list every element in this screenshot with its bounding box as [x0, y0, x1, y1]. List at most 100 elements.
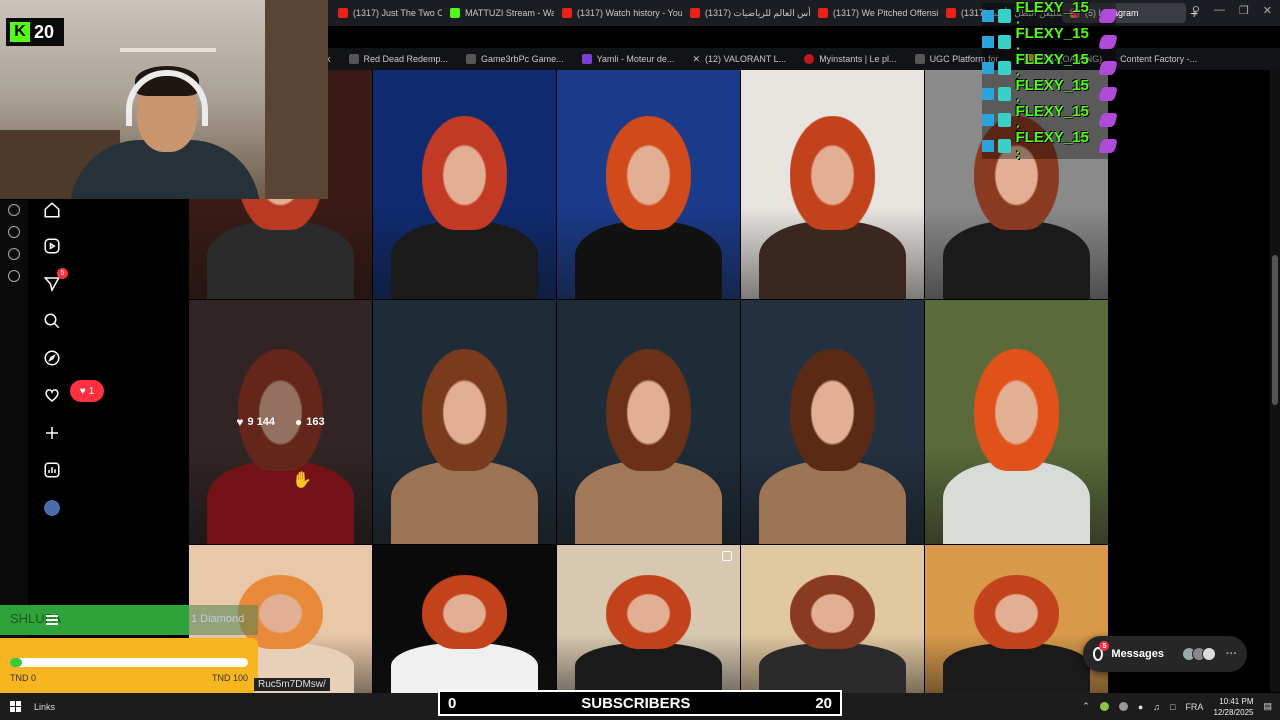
tab-label: MATTUZI Stream - Watch [465, 8, 554, 18]
photo-subject-body [575, 221, 722, 299]
subscribers-widget: 0 SUBSCRIBERS 20 [438, 690, 842, 716]
browser-tab[interactable]: (1317) Watch history - You [554, 3, 682, 23]
clock[interactable]: 10:41 PM 12/28/2025 [1213, 696, 1253, 718]
tray-icon[interactable] [1099, 702, 1109, 711]
language-indicator[interactable]: FRA [1185, 702, 1203, 712]
post-thumbnail[interactable] [373, 545, 556, 694]
webcam-overlay: K 20 [0, 0, 328, 199]
post-thumbnail[interactable] [925, 545, 1108, 694]
dashboard-icon[interactable] [42, 460, 62, 480]
reels-icon[interactable] [42, 236, 62, 256]
browser-tab[interactable]: (1317) Just The Two Of Us [330, 3, 442, 23]
post-thumbnail[interactable] [741, 300, 924, 544]
scrollbar-thumb[interactable] [1272, 255, 1278, 405]
bookmark-label: Myinstants | Le pl... [819, 54, 897, 64]
viewer-count: 20 [34, 21, 55, 42]
badge-emote-icon [997, 61, 1012, 75]
browser-tab[interactable]: (1317) كأس العالم للرياضيات [682, 3, 810, 23]
maximize-icon[interactable]: ❐ [1239, 4, 1249, 17]
post-thumbnail[interactable] [557, 545, 740, 694]
explore-icon[interactable] [42, 348, 62, 368]
youtube-icon [690, 8, 700, 18]
profile-avatar[interactable] [42, 498, 62, 518]
photo-subject-body [943, 643, 1090, 694]
purple-emote-icon [1098, 35, 1118, 49]
minimize-icon[interactable]: — [1214, 4, 1225, 17]
donation-progress-fill [10, 658, 22, 667]
player-icon[interactable] [8, 204, 20, 216]
bookmark-label: Content Factory -... [1120, 54, 1198, 64]
photo-subject-head [422, 115, 507, 231]
photo-subject-head [790, 348, 875, 471]
post-thumbnail[interactable] [373, 300, 556, 544]
photo-subject-head [974, 348, 1059, 471]
tray-icon[interactable] [1118, 702, 1128, 711]
history-icon[interactable] [8, 226, 20, 238]
carousel-icon [722, 551, 732, 561]
post-thumbnail[interactable] [557, 300, 740, 544]
close-icon[interactable]: ✕ [1263, 4, 1272, 17]
likes-notification-pill[interactable]: ♥ 1 [70, 380, 104, 402]
wardrobe [265, 0, 328, 199]
subscribers-label: SUBSCRIBERS [581, 694, 691, 712]
photo-subject-body [943, 461, 1090, 544]
search-icon[interactable] [42, 311, 62, 331]
post-thumbnail[interactable] [925, 300, 1108, 544]
post-thumbnail[interactable] [741, 70, 924, 299]
bookmark[interactable]: Content Factory -... [1120, 54, 1197, 64]
bookmark[interactable]: Red Dead Redemp... [348, 54, 448, 64]
bookmark-label: (12) VALORANT L... [704, 54, 787, 64]
arrow-emote-icon [982, 10, 994, 22]
photo-subject-head [606, 574, 691, 650]
bookmark-label: Yamli - Moteur de... [596, 54, 675, 64]
badge-emote-icon [997, 113, 1012, 127]
network-icon[interactable]: □ [1170, 702, 1175, 712]
post-thumbnail[interactable] [741, 545, 924, 694]
chevron-up-icon[interactable]: ⌃ [1082, 701, 1090, 712]
more-icon: ··· [1226, 648, 1237, 660]
bookmark[interactable]: ✕ (12) VALORANT L... [692, 54, 786, 65]
settings-icon[interactable] [8, 270, 20, 282]
links-toolbar[interactable]: Links [34, 702, 55, 712]
create-icon[interactable] [42, 423, 62, 443]
home-icon[interactable] [42, 200, 62, 220]
heart-icon: ♥ [79, 385, 86, 397]
scrollbar[interactable] [1270, 70, 1280, 692]
bookmark-icon [466, 54, 477, 64]
notification-center-icon[interactable]: ▤ [1263, 701, 1272, 712]
photo-subject-body [391, 221, 538, 299]
donation-max: TND 100 [211, 673, 248, 683]
windows-start-icon[interactable] [10, 700, 22, 713]
search-icon[interactable]: ⚲ [1192, 4, 1200, 17]
photo-subject-body [575, 461, 722, 544]
arrow-emote-icon [982, 140, 994, 152]
goal-diamond-label: 1 Diamond [189, 605, 258, 635]
heart-icon[interactable] [42, 385, 62, 405]
messages-nav-icon[interactable]: 5 [42, 268, 68, 294]
post-thumbnail[interactable] [373, 70, 556, 299]
purple-emote-icon [1098, 87, 1118, 101]
bookmark[interactable]: Myinstants | Le pl... [804, 54, 897, 64]
post-thumbnail[interactable] [557, 70, 740, 299]
photo-subject-head [790, 574, 875, 650]
kick-viewer-badge: K 20 [6, 18, 64, 46]
bookmark[interactable]: Game3rbPc Game... [466, 54, 564, 64]
purple-emote-icon [1098, 113, 1118, 127]
photo-subject-body [759, 643, 906, 694]
messages-button[interactable]: 5 Messages ··· [1083, 636, 1247, 672]
browser-tab[interactable]: (1317) We Pitched Offensi [810, 3, 938, 23]
tab-label: (1317) كأس العالم للرياضيات [705, 7, 810, 18]
extensions-icon[interactable] [8, 248, 20, 260]
youtube-icon [338, 8, 348, 18]
likes-count: 1 [88, 385, 95, 397]
post-hover-stats[interactable]: ♥ 9 144 ● 163 [189, 300, 372, 544]
bookmark[interactable]: Yamli - Moteur de... [581, 54, 675, 64]
youtube-icon [818, 8, 828, 18]
like-stat: ♥ 9 144 [236, 415, 275, 429]
tab-label: (1317) We Pitched Offensi [833, 8, 938, 18]
shelf [120, 48, 216, 52]
bookmark-icon [348, 54, 359, 64]
microphone-icon[interactable]: ● [1138, 702, 1143, 712]
browser-tab[interactable]: MATTUZI Stream - Watch [442, 3, 554, 23]
volume-icon[interactable]: ♫ [1153, 702, 1160, 712]
